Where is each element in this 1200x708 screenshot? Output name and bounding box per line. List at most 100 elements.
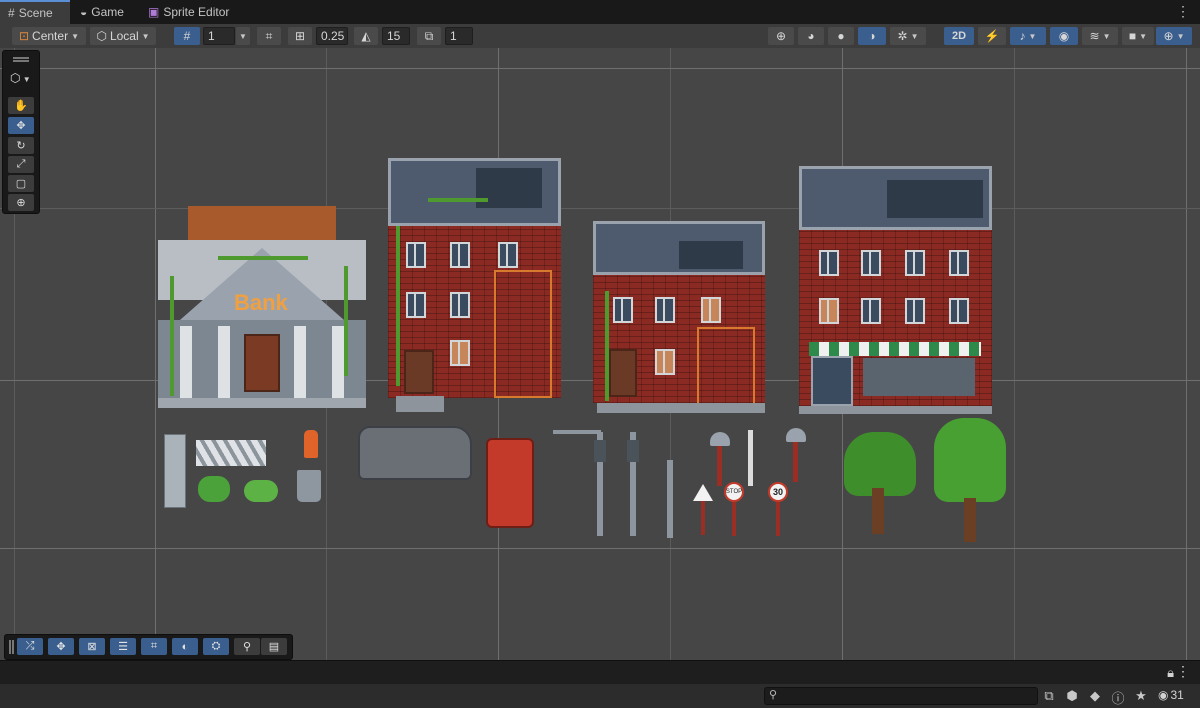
transform-icon: ⊕	[16, 197, 26, 209]
tree-canopy	[934, 418, 1006, 502]
tree-sprite[interactable]	[872, 488, 884, 534]
trash-can-sprite[interactable]	[297, 470, 321, 502]
bush-sprite[interactable]	[244, 480, 278, 502]
lamp-post-sprite[interactable]	[717, 446, 722, 486]
rect-tool-button[interactable]: ▢	[8, 175, 34, 192]
bank-building-sprite[interactable]: Bank	[158, 206, 366, 411]
rotate-snap-field[interactable]: 15	[382, 27, 410, 45]
move-arrows-icon: ✥	[56, 641, 66, 653]
window	[861, 250, 881, 276]
star-icon[interactable]: ★	[1132, 688, 1150, 704]
overlay-picker-button[interactable]: ⌗	[141, 638, 167, 655]
chevron-down-icon: ▼	[910, 31, 919, 41]
overlay-move-button[interactable]: ✥	[48, 638, 74, 655]
tab-game[interactable]: ◒ Game	[72, 0, 136, 24]
fire-hydrant-sprite[interactable]	[304, 430, 318, 458]
mode-2d-button[interactable]: 2D	[944, 27, 974, 45]
scene-visibility-button[interactable]: ◉	[1050, 27, 1078, 45]
grid-size-dropdown[interactable]: ▼	[236, 27, 250, 45]
overlay-select-button[interactable]: ⤮	[17, 638, 43, 655]
scene-view[interactable]: Bank STOP 30	[0, 48, 1200, 660]
rotate-snap-icon: ◭	[361, 29, 371, 43]
camera-dropdown[interactable]: ■ ▼	[1122, 27, 1154, 45]
gizmos-dropdown[interactable]: ⊕ ▼	[1156, 27, 1192, 45]
grid-toggle-button[interactable]: #	[174, 27, 200, 45]
boarded-window	[819, 298, 839, 324]
shaded-wireframe-button[interactable]: ◕	[798, 27, 824, 45]
chevron-down-icon: ▼	[71, 31, 79, 41]
scale-tool-button[interactable]: ⤢	[8, 156, 34, 173]
barrier-pole-sprite[interactable]	[164, 434, 186, 508]
scene-filter-icon[interactable]: ⧉	[1040, 688, 1058, 704]
visible-count-value: 31	[1170, 688, 1184, 702]
roof-vent	[679, 241, 743, 269]
scale-snap-button[interactable]: ⧉	[417, 27, 441, 45]
tab-sprite-editor[interactable]: ▣ Sprite Editor	[140, 0, 240, 24]
pole-sprite[interactable]	[748, 430, 753, 486]
drag-handle-icon[interactable]	[13, 57, 29, 59]
overlay-fill-button[interactable]: ⛭	[203, 638, 229, 655]
overlay-box-fill-button[interactable]: ☰	[110, 638, 136, 655]
street-lamp-head	[710, 432, 730, 446]
wrecked-car-sprite[interactable]	[358, 426, 472, 480]
lock-icon[interactable]: 🔒︎	[1167, 665, 1174, 681]
overlay-zoom-button[interactable]: ⚲	[234, 638, 260, 655]
rotate-snap-button[interactable]: ◭	[354, 27, 378, 45]
apartment-building-sprite[interactable]	[799, 166, 992, 414]
overlay-eraser-button[interactable]: ◐	[172, 638, 198, 655]
hand-tool-button[interactable]: ✋	[8, 97, 34, 114]
road-barrier-sprite[interactable]	[196, 440, 266, 466]
chevron-down-icon: ▼	[20, 75, 31, 84]
chevron-down-icon: ▼	[1176, 31, 1185, 41]
pivot-icon: ⊡	[18, 29, 30, 43]
warning-sign-sprite[interactable]	[693, 484, 713, 501]
overlay-brush-button[interactable]: ⊠	[79, 638, 105, 655]
visible-count-badge[interactable]: ◉ 31	[1158, 688, 1184, 702]
pivot-mode-dropdown[interactable]: ⊡ Center ▼	[12, 27, 86, 45]
lamp-post-sprite[interactable]	[793, 442, 798, 482]
search-input[interactable]: ⚲	[764, 687, 1038, 705]
more-options-icon[interactable]: ⋮	[1176, 4, 1190, 18]
overlay-settings-button[interactable]: ▤	[261, 638, 287, 655]
scale-snap-field[interactable]: 1	[445, 27, 473, 45]
move-snap-button[interactable]: ⊞	[288, 27, 312, 45]
shaded-button[interactable]: ●	[828, 27, 854, 45]
stop-sign-sprite[interactable]: STOP	[724, 482, 744, 502]
tool-settings-dropdown[interactable]: ⬡ ▼	[10, 71, 31, 85]
grid-size-field[interactable]: 1	[203, 27, 235, 45]
red-car-topdown-sprite[interactable]	[486, 438, 534, 528]
light-off-icon: ⚡	[984, 29, 1000, 43]
info-icon[interactable]: ⓘ	[1109, 688, 1127, 707]
chevron-down-icon: ▼	[141, 31, 150, 41]
rotate-tool-button[interactable]: ↻	[8, 137, 34, 154]
more-options-icon[interactable]: ⋮	[1176, 663, 1190, 680]
building-steps	[396, 396, 444, 412]
bank-column	[180, 326, 192, 398]
status-bar: ⚲ ⧉ ⬢ ◆ ⓘ ★ ◉ 31	[0, 684, 1200, 708]
bush-sprite[interactable]	[198, 476, 230, 502]
bank-steps	[158, 398, 366, 408]
pivot-rotation-dropdown[interactable]: ⬡ Local ▼	[90, 27, 156, 45]
rotate-icon: ↻	[16, 140, 26, 152]
tag-icon[interactable]: ◆	[1086, 688, 1104, 704]
tree-sprite[interactable]	[964, 498, 976, 542]
unlit-button[interactable]: ◑	[858, 27, 886, 45]
move-tool-button[interactable]: ✥	[8, 117, 34, 134]
debug-draw-dropdown[interactable]: ✲ ▼	[890, 27, 926, 45]
layers-dropdown[interactable]: ≋ ▼	[1082, 27, 1118, 45]
lighting-toggle-button[interactable]: ⚡	[978, 27, 1006, 45]
hierarchy-icon[interactable]: ⬢	[1063, 688, 1081, 704]
audio-effects-dropdown[interactable]: ♪ ▼	[1010, 27, 1046, 45]
grid-snap-button[interactable]: ⌗	[257, 27, 281, 45]
roof-vent	[476, 168, 542, 208]
chevron-down-icon: ▼	[1028, 31, 1037, 41]
move-snap-field[interactable]: 0.25	[316, 27, 348, 45]
street-lamp-sprite[interactable]	[667, 460, 673, 538]
transform-tool-button[interactable]: ⊕	[8, 194, 34, 211]
speed-limit-sign-sprite[interactable]: 30	[768, 482, 788, 502]
drag-handle-icon[interactable]	[9, 640, 11, 654]
wireframe-shading-button[interactable]: ⊕	[768, 27, 794, 45]
apartment-building-sprite[interactable]	[593, 221, 765, 413]
tab-scene[interactable]: # Scene	[0, 0, 70, 24]
apartment-building-sprite[interactable]	[388, 158, 561, 412]
